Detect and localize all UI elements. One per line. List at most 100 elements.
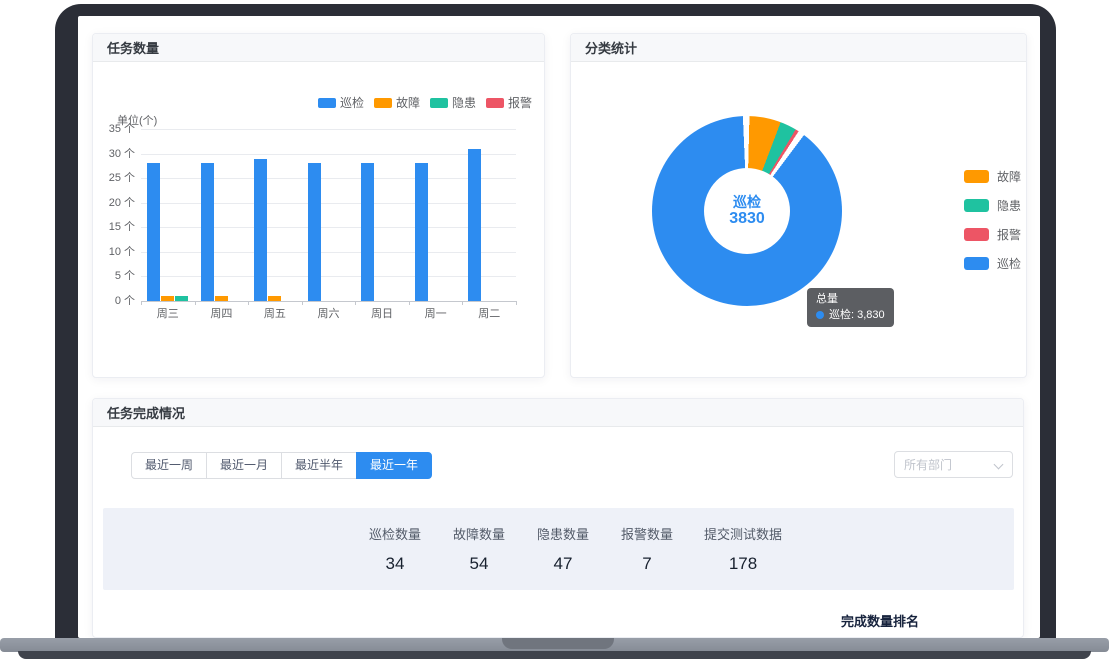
- tooltip-title: 总量: [816, 293, 885, 306]
- laptop-notch: [502, 638, 614, 649]
- bar-巡检-周日[interactable]: [361, 163, 374, 301]
- bar-故障-周五[interactable]: [268, 296, 281, 301]
- stat-提交测试数据: 提交测试数据 178: [691, 524, 795, 574]
- legend-swatch-icon: [964, 257, 989, 270]
- tab-最近一年[interactable]: 最近一年: [356, 452, 432, 479]
- category-stats-panel-header: 分类统计: [571, 34, 1026, 62]
- bar-巡检-周二[interactable]: [468, 149, 481, 301]
- legend-label: 故障: [997, 168, 1021, 185]
- gridline: [141, 154, 516, 155]
- stat-value: 7: [607, 554, 687, 574]
- y-axis-tick-label: 35 个: [97, 124, 135, 135]
- donut-legend[interactable]: 故障隐患报警巡检: [964, 168, 1021, 272]
- bar-巡检-周六[interactable]: [308, 163, 321, 301]
- gridline: [141, 178, 516, 179]
- bar-chart-legend[interactable]: 巡检 故障 隐患报警: [318, 94, 532, 111]
- legend-label: 隐患: [452, 94, 476, 111]
- stat-value: 54: [439, 554, 519, 574]
- donut-chart[interactable]: 巡检 3830: [652, 116, 842, 306]
- tooltip-series-value: 巡检: 3,830: [829, 309, 885, 321]
- gridline: [141, 203, 516, 204]
- ranking-section-title: 完成数量排名: [841, 611, 919, 630]
- bar-巡检-周三[interactable]: [147, 163, 160, 301]
- y-axis-tick-label: 25 个: [97, 173, 135, 184]
- time-range-tab-group: 最近一周最近一月最近半年最近一年: [131, 452, 432, 479]
- gridline: [141, 252, 516, 253]
- tab-最近一周[interactable]: 最近一周: [131, 452, 207, 479]
- legend-item-巡检[interactable]: 巡检: [318, 94, 364, 111]
- bar-隐患-周三[interactable]: [175, 296, 188, 301]
- y-axis-tick-label: 0 个: [97, 296, 135, 307]
- stat-隐患数量: 隐患数量 47: [523, 524, 603, 574]
- legend-swatch-icon: [964, 228, 989, 241]
- stat-巡检数量: 巡检数量 34: [355, 524, 435, 574]
- legend-swatch-icon: [374, 98, 392, 108]
- x-axis-tick-label: 周二: [462, 305, 516, 321]
- x-axis-tick-label: 周五: [248, 305, 302, 321]
- legend-swatch-icon: [964, 199, 989, 212]
- legend-item-故障[interactable]: 故障: [964, 168, 1021, 185]
- legend-label: 巡检: [340, 94, 364, 111]
- bar-故障-周三[interactable]: [161, 296, 174, 301]
- y-axis-tick-label: 15 个: [97, 222, 135, 233]
- legend-label: 报警: [997, 226, 1021, 243]
- x-axis-tickmark: [516, 301, 517, 305]
- bar-故障-周四[interactable]: [215, 296, 228, 301]
- department-select-placeholder: 所有部门: [904, 456, 952, 473]
- legend-swatch-icon: [318, 98, 336, 108]
- stat-报警数量: 报警数量7: [607, 524, 687, 574]
- dashboard-screen: 任务数量 巡检故障隐患报警 单位(个) 0 个5 个10 个15 个20 个25…: [78, 16, 1040, 638]
- legend-swatch-icon: [964, 170, 989, 183]
- y-axis-tick-label: 10 个: [97, 247, 135, 258]
- task-quantity-panel: 任务数量 巡检故障隐患报警 单位(个) 0 个5 个10 个15 个20 个25…: [92, 33, 545, 378]
- gridline: [141, 129, 516, 130]
- x-axis-tick-label: 周一: [409, 305, 463, 321]
- x-axis-tick-label: 周四: [195, 305, 249, 321]
- tooltip-series-row: 巡检: 3,830: [816, 309, 885, 321]
- task-completion-panel-header: 任务完成情况: [93, 399, 1023, 427]
- legend-item-报警[interactable]: 报警: [486, 94, 532, 111]
- legend-item-报警[interactable]: 报警: [964, 226, 1021, 243]
- bar-巡检-周四[interactable]: [201, 163, 214, 301]
- laptop-base-shadow: [18, 651, 1091, 659]
- legend-item-巡检[interactable]: 巡检: [964, 255, 1021, 272]
- donut-center-label: 巡检: [733, 194, 761, 210]
- legend-item-隐患[interactable]: 隐患: [430, 94, 476, 111]
- task-quantity-panel-header: 任务数量: [93, 34, 544, 62]
- gridline: [141, 276, 516, 277]
- legend-item-故障[interactable]: 故障: [374, 94, 420, 111]
- category-stats-panel-title: 分类统计: [585, 38, 637, 57]
- tab-最近一月[interactable]: 最近一月: [206, 452, 282, 479]
- series-dot-icon: [816, 311, 824, 319]
- stat-故障数量: 故障数量 54: [439, 524, 519, 574]
- legend-item-隐患[interactable]: 隐患: [964, 197, 1021, 214]
- legend-swatch-icon: [486, 98, 504, 108]
- y-axis-tick-label: 5 个: [97, 271, 135, 282]
- stat-value: 34: [355, 554, 435, 574]
- stat-label: 提交测试数据: [691, 524, 795, 543]
- donut-center-value: 3830: [729, 210, 765, 228]
- stat-value: 178: [691, 554, 795, 574]
- gridline: [141, 227, 516, 228]
- summary-stats-strip: 巡检数量 34故障数量 54隐患数量 47报警数量7提交测试数据 178: [103, 508, 1014, 590]
- donut-center: 巡检 3830: [704, 168, 790, 254]
- task-completion-panel-title: 任务完成情况: [107, 403, 185, 422]
- department-select[interactable]: 所有部门: [894, 451, 1013, 478]
- legend-swatch-icon: [430, 98, 448, 108]
- laptop-mockup: 任务数量 巡检故障隐患报警 单位(个) 0 个5 个10 个15 个20 个25…: [0, 0, 1109, 659]
- stat-label: 故障数量: [439, 524, 519, 543]
- bar-巡检-周五[interactable]: [254, 159, 267, 302]
- stat-label: 巡检数量: [355, 524, 435, 543]
- stat-value: 47: [523, 554, 603, 574]
- bar-巡检-周一[interactable]: [415, 163, 428, 301]
- legend-label: 故障: [396, 94, 420, 111]
- chevron-down-icon: [994, 460, 1004, 470]
- y-axis-tick-label: 30 个: [97, 149, 135, 160]
- task-completion-panel: 任务完成情况 最近一周最近一月最近半年最近一年 所有部门 巡检数量 34故障数量 5…: [92, 398, 1024, 638]
- category-stats-panel: 分类统计 巡检 3830 总量 巡检: 3,830 故障隐患报警巡检: [570, 33, 1027, 378]
- tab-最近半年[interactable]: 最近半年: [281, 452, 357, 479]
- x-axis-tick-label: 周三: [141, 305, 195, 321]
- legend-label: 巡检: [997, 255, 1021, 272]
- bar-chart-plot: 0 个5 个10 个15 个20 个25 个30 个35 个周三周四周五周六周日…: [141, 129, 516, 301]
- stat-label: 隐患数量: [523, 524, 603, 543]
